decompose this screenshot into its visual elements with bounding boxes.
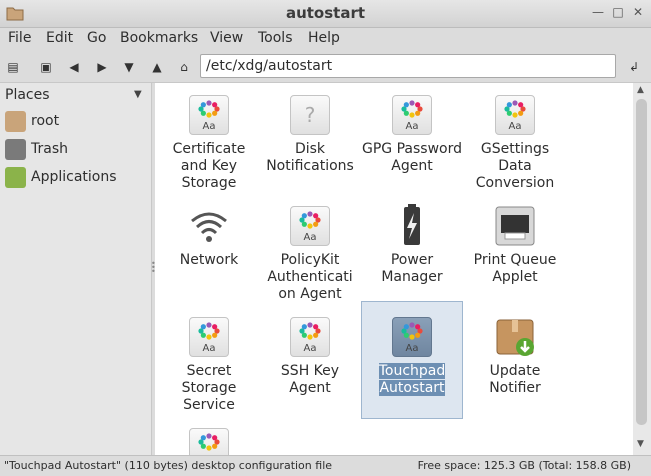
sidebar-item-root[interactable]: root [4, 110, 149, 134]
file-name: Secret Storage Service [181, 363, 237, 413]
file-name: Disk Notifications [266, 141, 354, 174]
menu-tools[interactable]: Tools [258, 30, 293, 46]
forward-icon[interactable]: ▶ [94, 59, 110, 75]
toolbar: ▤ ▣ ◀ ▶ ▼ ▲ ⌂ /etc/xdg/autostart ↲ [0, 51, 651, 83]
file-name: PolicyKit Authenticati on Agent [267, 252, 353, 302]
scrollbar-thumb[interactable] [636, 99, 647, 425]
window-title: autostart [285, 4, 366, 22]
app-generic-icon: Aa [189, 95, 229, 135]
app-generic-icon: Aa [495, 95, 535, 135]
svg-text:Aa: Aa [203, 121, 216, 132]
svg-text:Aa: Aa [509, 121, 522, 132]
file-name: Print Queue Applet [473, 252, 557, 285]
file-name: Touchpad Autostart [378, 363, 446, 396]
app-generic-icon: Aa [189, 428, 229, 455]
path-input[interactable]: /etc/xdg/autostart [200, 54, 616, 78]
svg-text:Aa: Aa [304, 232, 317, 243]
file-name: SSH Key Agent [280, 363, 340, 396]
status-selection-info: "Touchpad Autostart" (110 bytes) desktop… [4, 459, 333, 472]
vertical-scrollbar[interactable]: ▲ ▼ [633, 83, 651, 455]
file-item-selected[interactable]: Aa Touchpad Autostart [361, 301, 463, 419]
menu-view[interactable]: View [210, 30, 243, 46]
menu-go[interactable]: Go [87, 30, 106, 46]
status-free-space: Free space: 125.3 GB (Total: 158.8 GB) [417, 459, 631, 472]
file-item[interactable]: Aa SSH Key Agent [259, 305, 361, 397]
file-item[interactable]: Update Notifier [464, 305, 566, 397]
svg-text:Aa: Aa [203, 343, 216, 354]
file-name: Power Manager [381, 252, 443, 285]
battery-icon [404, 204, 420, 245]
back-icon[interactable]: ◀ [66, 59, 82, 75]
app-generic-icon: Aa [189, 317, 229, 357]
sidebar-item-label: Trash [31, 141, 68, 157]
sidebar-item-applications[interactable]: Applications [4, 166, 149, 190]
app-generic-icon: Aa [392, 317, 432, 357]
scroll-up-icon[interactable]: ▲ [637, 85, 644, 95]
file-item[interactable]: ? Disk Notifications [259, 83, 361, 175]
file-item[interactable]: Print Queue Applet [464, 194, 566, 286]
unknown-icon: ? [290, 95, 330, 135]
home-icon[interactable]: ⌂ [176, 59, 192, 75]
file-name: Certificate and Key Storage [172, 141, 246, 191]
svg-text:Aa: Aa [406, 121, 419, 132]
package-update-icon [496, 319, 534, 356]
home-folder-icon [5, 111, 26, 132]
menu-help[interactable]: Help [308, 30, 340, 46]
file-name: GSettings Data Conversion [475, 141, 555, 191]
new-tab-icon[interactable]: ▣ [38, 59, 54, 75]
menu-bookmarks[interactable]: Bookmarks [120, 30, 198, 46]
go-icon[interactable]: ↲ [626, 59, 642, 75]
file-item[interactable]: Aa GSettings Data Conversion [464, 83, 566, 192]
file-item[interactable]: Aa PolicyKit Authenticati on Agent [259, 194, 361, 303]
file-name: Update Notifier [489, 363, 541, 396]
close-button[interactable]: ✕ [631, 5, 645, 19]
sidebar-item-trash[interactable]: Trash [4, 138, 149, 162]
sidebar-toggle-icon[interactable]: ▤ [5, 59, 21, 75]
file-item[interactable]: Network [158, 194, 260, 269]
places-sidebar: Places ▼ root Trash Applications [0, 83, 152, 455]
file-item[interactable]: Aa GPG Password Agent [361, 83, 463, 175]
svg-text:Aa: Aa [304, 343, 317, 354]
app-generic-icon: Aa [290, 206, 330, 246]
file-view: Aa Certificate and Key Storage ? Disk No… [155, 83, 633, 455]
wifi-icon [191, 212, 227, 242]
file-name: Network [179, 252, 239, 268]
file-item[interactable]: Aa [158, 416, 260, 455]
app-generic-icon: Aa [392, 95, 432, 135]
maximize-button[interactable]: □ [611, 5, 625, 19]
chevron-down-icon[interactable]: ▼ [134, 89, 142, 100]
minimize-button[interactable]: — [591, 5, 605, 19]
trash-icon [5, 139, 26, 160]
status-bar: "Touchpad Autostart" (110 bytes) desktop… [0, 455, 651, 476]
menu-bar: File Edit Go Bookmarks View Tools Help [0, 28, 651, 50]
svg-text:Aa: Aa [406, 343, 419, 354]
app-generic-icon: Aa [290, 317, 330, 357]
file-name: GPG Password Agent [362, 141, 462, 174]
scroll-down-icon[interactable]: ▼ [637, 439, 644, 449]
file-item[interactable]: Aa Secret Storage Service [158, 305, 260, 414]
menu-file[interactable]: File [8, 30, 31, 46]
file-item[interactable]: Aa Certificate and Key Storage [158, 83, 260, 192]
history-dropdown-icon[interactable]: ▼ [121, 59, 137, 75]
menu-edit[interactable]: Edit [46, 30, 73, 46]
sidebar-item-label: Applications [31, 169, 117, 185]
up-icon[interactable]: ▲ [149, 59, 165, 75]
sidebar-item-label: root [31, 113, 60, 129]
places-header[interactable]: Places [5, 87, 50, 103]
printer-icon [495, 206, 535, 246]
file-item[interactable]: Power Manager [361, 194, 463, 286]
applications-icon [5, 167, 26, 188]
title-bar: autostart — □ ✕ [0, 0, 651, 28]
